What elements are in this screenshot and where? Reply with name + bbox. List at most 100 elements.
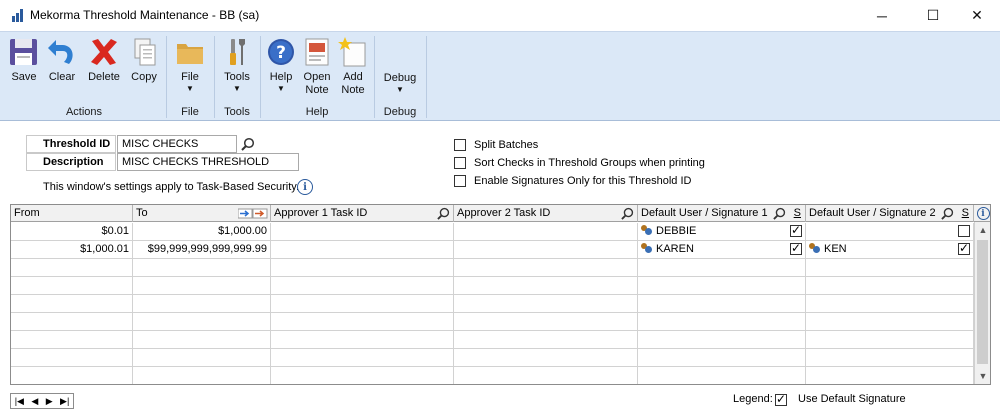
info-button[interactable]: i bbox=[297, 179, 313, 195]
use-default-signature-checkbox[interactable] bbox=[958, 241, 970, 255]
cell-approver2[interactable] bbox=[454, 241, 638, 259]
cell-to[interactable] bbox=[133, 295, 271, 313]
cell-user2[interactable] bbox=[806, 259, 974, 277]
table-row[interactable] bbox=[11, 295, 974, 313]
cell-approver1[interactable] bbox=[271, 367, 454, 384]
cell-approver2[interactable] bbox=[454, 313, 638, 331]
cell-from[interactable] bbox=[11, 277, 133, 295]
cell-user1[interactable]: KAREN bbox=[638, 241, 806, 259]
cell-approver1[interactable] bbox=[271, 223, 454, 241]
enable-signatures-option[interactable]: Enable Signatures Only for this Threshol… bbox=[454, 173, 691, 189]
cell-user1[interactable] bbox=[638, 349, 806, 367]
cell-from[interactable] bbox=[11, 313, 133, 331]
cell-from[interactable]: $0.01 bbox=[11, 223, 133, 241]
table-row[interactable] bbox=[11, 313, 974, 331]
cell-approver2[interactable] bbox=[454, 349, 638, 367]
cell-user1[interactable] bbox=[638, 277, 806, 295]
cell-user1[interactable] bbox=[638, 313, 806, 331]
cell-approver1[interactable] bbox=[271, 313, 454, 331]
tools-menu-button[interactable]: Tools ▼ bbox=[218, 36, 256, 93]
use-default-signature-checkbox[interactable] bbox=[790, 223, 802, 237]
next-record-icon[interactable]: ▶ bbox=[46, 396, 53, 407]
cell-approver1[interactable] bbox=[271, 277, 454, 295]
cell-user2[interactable] bbox=[806, 367, 974, 384]
grid-info-button[interactable]: i bbox=[976, 205, 990, 222]
delete-button[interactable]: Delete bbox=[84, 36, 124, 84]
cell-from[interactable]: $1,000.01 bbox=[11, 241, 133, 259]
cell-user1[interactable] bbox=[638, 367, 806, 384]
grid-scrollbar[interactable]: ▲ ▼ bbox=[974, 222, 990, 384]
cell-to[interactable] bbox=[133, 349, 271, 367]
cell-approver1[interactable] bbox=[271, 331, 454, 349]
cell-to[interactable] bbox=[133, 277, 271, 295]
cell-user2[interactable]: KEN bbox=[806, 241, 974, 259]
scroll-thumb[interactable] bbox=[977, 240, 988, 364]
column-header-approver2[interactable]: Approver 2 Task ID bbox=[454, 205, 638, 222]
enable-signatures-checkbox[interactable] bbox=[454, 175, 466, 187]
clear-button[interactable]: Clear bbox=[44, 36, 80, 84]
table-row[interactable] bbox=[11, 367, 974, 384]
cell-to[interactable] bbox=[133, 331, 271, 349]
use-default-signature-checkbox[interactable] bbox=[790, 241, 802, 255]
scroll-down-icon[interactable]: ▼ bbox=[975, 368, 990, 384]
column-header-default-user2[interactable]: Default User / Signature 2 S bbox=[806, 205, 974, 222]
cell-from[interactable] bbox=[11, 367, 133, 384]
file-menu-button[interactable]: File ▼ bbox=[170, 36, 210, 93]
use-default-signature-checkbox[interactable] bbox=[958, 225, 970, 237]
cell-user2[interactable] bbox=[806, 295, 974, 313]
minimize-button[interactable]: ─ bbox=[860, 0, 904, 31]
table-row[interactable] bbox=[11, 277, 974, 295]
table-row[interactable] bbox=[11, 349, 974, 367]
cell-approver1[interactable] bbox=[271, 295, 454, 313]
cell-to[interactable]: $99,999,999,999,999.99 bbox=[133, 241, 271, 259]
help-menu-button[interactable]: ? Help ▼ bbox=[264, 36, 298, 93]
column-header-to[interactable]: To bbox=[133, 205, 271, 222]
cell-from[interactable] bbox=[11, 259, 133, 277]
split-batches-option[interactable]: Split Batches bbox=[454, 137, 538, 153]
cell-to[interactable] bbox=[133, 313, 271, 331]
table-row[interactable] bbox=[11, 331, 974, 349]
cell-to[interactable] bbox=[133, 367, 271, 384]
cell-approver2[interactable] bbox=[454, 277, 638, 295]
cell-approver1[interactable] bbox=[271, 259, 454, 277]
table-row[interactable] bbox=[11, 259, 974, 277]
cell-from[interactable] bbox=[11, 349, 133, 367]
description-field[interactable]: MISC CHECKS THRESHOLD bbox=[117, 153, 299, 171]
first-record-icon[interactable]: |◀ bbox=[15, 396, 24, 407]
cell-approver2[interactable] bbox=[454, 295, 638, 313]
threshold-lookup-button[interactable] bbox=[239, 135, 257, 153]
cell-approver1[interactable] bbox=[271, 349, 454, 367]
cell-user2[interactable] bbox=[806, 331, 974, 349]
table-row[interactable]: $1,000.01 $99,999,999,999,999.99 KAREN KEN bbox=[11, 241, 974, 259]
cell-user2[interactable] bbox=[806, 223, 974, 241]
cell-approver1[interactable] bbox=[271, 241, 454, 259]
cell-user2[interactable] bbox=[806, 277, 974, 295]
sort-checks-checkbox[interactable] bbox=[454, 157, 466, 169]
cell-to[interactable]: $1,000.00 bbox=[133, 223, 271, 241]
cell-user1[interactable] bbox=[638, 295, 806, 313]
cell-approver2[interactable] bbox=[454, 367, 638, 384]
cell-approver2[interactable] bbox=[454, 331, 638, 349]
scroll-up-icon[interactable]: ▲ bbox=[975, 222, 990, 238]
table-row[interactable]: $0.01 $1,000.00 DEBBIE bbox=[11, 223, 974, 241]
column-header-default-user1[interactable]: Default User / Signature 1 S bbox=[638, 205, 806, 222]
previous-record-icon[interactable]: ◀ bbox=[31, 396, 38, 407]
cell-from[interactable] bbox=[11, 331, 133, 349]
cell-user2[interactable] bbox=[806, 349, 974, 367]
cell-approver2[interactable] bbox=[454, 223, 638, 241]
maximize-button[interactable]: ☐ bbox=[911, 0, 955, 31]
cell-to[interactable] bbox=[133, 259, 271, 277]
column-header-approver1[interactable]: Approver 1 Task ID bbox=[271, 205, 454, 222]
close-button[interactable]: ✕ bbox=[955, 0, 999, 31]
copy-button[interactable]: Copy bbox=[126, 36, 162, 84]
cell-user1[interactable] bbox=[638, 331, 806, 349]
debug-menu-button[interactable]: Debug ▼ bbox=[380, 72, 420, 94]
sort-checks-option[interactable]: Sort Checks in Threshold Groups when pri… bbox=[454, 155, 705, 171]
cell-from[interactable] bbox=[11, 295, 133, 313]
last-record-icon[interactable]: ▶| bbox=[60, 396, 69, 407]
threshold-id-field[interactable]: MISC CHECKS bbox=[117, 135, 237, 153]
save-button[interactable]: Save bbox=[6, 36, 42, 84]
split-batches-checkbox[interactable] bbox=[454, 139, 466, 151]
cell-user2[interactable] bbox=[806, 313, 974, 331]
column-header-from[interactable]: From bbox=[11, 205, 133, 222]
